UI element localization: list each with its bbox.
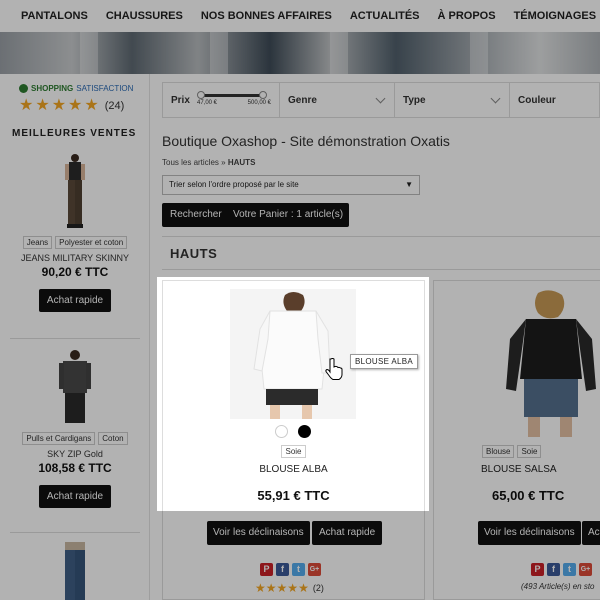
product-image[interactable]	[45, 152, 105, 232]
product-tag[interactable]: Soie	[517, 445, 542, 458]
twitter-icon[interactable]: t	[292, 563, 305, 576]
product-tag[interactable]: Pulls et Cardigans	[22, 432, 96, 445]
hand-cursor-icon	[325, 358, 343, 385]
rating-stars: ★ ★ ★ ★ ★ (24)	[19, 98, 124, 114]
twitter-icon[interactable]: t	[563, 563, 576, 576]
filter-bar: Prix 47,00 € 500,00 € Genre Type Couleur	[162, 82, 600, 118]
star-icon: ★	[19, 97, 34, 114]
spotlight-overlay	[157, 277, 429, 511]
nav-pantalons[interactable]: PANTALONS	[21, 10, 88, 22]
google-plus-icon[interactable]: G+	[579, 563, 592, 576]
view-variants-button[interactable]: Voir les déclinaisons	[207, 521, 310, 545]
quick-buy-button[interactable]: Achat rapide	[312, 521, 383, 545]
product-image[interactable]	[496, 289, 600, 444]
price-filter[interactable]: Prix 47,00 € 500,00 €	[163, 83, 280, 117]
social-share: P f t G+	[531, 563, 592, 576]
slider-min-handle[interactable]	[197, 91, 205, 99]
breadcrumb-separator: »	[221, 158, 226, 167]
product-tag[interactable]: Jeans	[22, 236, 53, 249]
product-price: 108,58 € TTC	[38, 461, 112, 475]
product-tooltip: BLOUSE ALBA	[350, 354, 418, 369]
search-button[interactable]: Rechercher	[162, 203, 230, 227]
star-icon: ★	[68, 97, 83, 114]
review-count: (2)	[312, 583, 324, 593]
sort-select[interactable]: Trier selon l'ordre proposé par le site …	[162, 175, 420, 195]
price-min-label: 47,00 €	[197, 100, 218, 106]
rating-count: (24)	[104, 100, 125, 112]
best-seller-item: Pulls et Cardigans Coton SKY ZIP Gold 10…	[0, 348, 150, 508]
product-tag[interactable]: Blouse	[482, 445, 515, 458]
nav-bonnes-affaires[interactable]: NOS BONNES AFFAIRES	[201, 10, 332, 22]
pinterest-icon[interactable]: P	[260, 563, 273, 576]
google-plus-icon[interactable]: G+	[308, 563, 321, 576]
divider	[10, 532, 140, 533]
type-filter[interactable]: Type	[395, 83, 510, 117]
facebook-icon[interactable]: f	[276, 563, 289, 576]
page-title: Boutique Oxashop - Site démonstration Ox…	[162, 133, 450, 149]
product-price: 65,00 € TTC	[492, 488, 565, 503]
price-max-label: 500,00 €	[247, 100, 271, 106]
stock-status: (493 Article(s) en sto	[521, 582, 595, 591]
breadcrumb-root[interactable]: Tous les articles	[162, 158, 219, 167]
cart-button[interactable]: Votre Panier : 1 article(s)	[227, 203, 350, 227]
product-name[interactable]: JEANS MILITARY SKINNY	[0, 253, 150, 263]
pinterest-icon[interactable]: P	[531, 563, 544, 576]
category-header: HAUTS	[162, 236, 600, 270]
chevron-down-icon	[375, 93, 386, 104]
product-tag[interactable]: Polyester et coton	[55, 236, 128, 249]
star-icon: ★	[35, 97, 50, 114]
breadcrumb-current: HAUTS	[227, 158, 256, 167]
product-image[interactable]	[45, 542, 105, 600]
chevron-down-icon	[490, 93, 501, 104]
badge-icon	[19, 84, 28, 93]
star-icon: ★	[255, 581, 266, 595]
price-slider[interactable]	[197, 91, 267, 99]
product-card: Blouse Soie BLOUSE SALSA 65,00 € TTC Voi…	[433, 280, 600, 600]
quick-buy-button[interactable]: Achat rapide	[38, 485, 112, 508]
nav-actualites[interactable]: ACTUALITÉS	[350, 10, 420, 22]
best-seller-item: Jeans Polyester et coton JEANS MILITARY …	[0, 152, 150, 312]
star-icon: ★	[84, 97, 99, 114]
star-icon: ★	[265, 581, 277, 595]
breadcrumb: Tous les articles » HAUTS	[162, 158, 255, 167]
product-image[interactable]	[45, 348, 105, 428]
product-price: 90,20 € TTC	[41, 265, 109, 279]
quick-buy-button[interactable]: Ac	[582, 521, 600, 545]
genre-filter[interactable]: Genre	[280, 83, 395, 117]
header-banner	[0, 32, 600, 74]
star-icon: ★	[298, 581, 309, 595]
color-filter[interactable]: Couleur	[510, 83, 599, 117]
product-name[interactable]: BLOUSE SALSA	[481, 464, 557, 475]
nav-temoignages[interactable]: TÉMOIGNAGES	[514, 10, 597, 22]
top-nav: PANTALONS CHAUSSURES NOS BONNES AFFAIRES…	[0, 0, 600, 32]
nav-a-propos[interactable]: À PROPOS	[438, 10, 496, 22]
quick-buy-button[interactable]: Achat rapide	[38, 289, 112, 312]
star-icon: ★	[287, 581, 299, 595]
page: PANTALONS CHAUSSURES NOS BONNES AFFAIRES…	[0, 0, 600, 600]
category-title: HAUTS	[170, 246, 218, 261]
product-tag[interactable]: Coton	[98, 432, 128, 445]
star-icon: ★	[276, 581, 288, 595]
divider	[10, 338, 140, 339]
shopping-satisfaction-logo[interactable]: SHOPPING SATISFACTION	[19, 84, 133, 93]
product-rating: ★ ★ ★ ★ ★ (2)	[255, 580, 324, 596]
facebook-icon[interactable]: f	[547, 563, 560, 576]
view-variants-button[interactable]: Voir les déclinaisons	[478, 521, 581, 545]
best-seller-item	[0, 542, 150, 600]
slider-max-handle[interactable]	[259, 91, 267, 99]
star-icon: ★	[51, 97, 67, 114]
product-name[interactable]: SKY ZIP Gold	[0, 449, 150, 459]
caret-down-icon: ▼	[405, 180, 413, 189]
nav-chaussures[interactable]: CHAUSSURES	[106, 10, 183, 22]
social-share: P f t G+	[260, 563, 321, 576]
best-sellers-title: MEILLEURES VENTES	[12, 128, 137, 139]
sidebar: SHOPPING SATISFACTION ★ ★ ★ ★ ★ (24) MEIL…	[0, 74, 150, 600]
